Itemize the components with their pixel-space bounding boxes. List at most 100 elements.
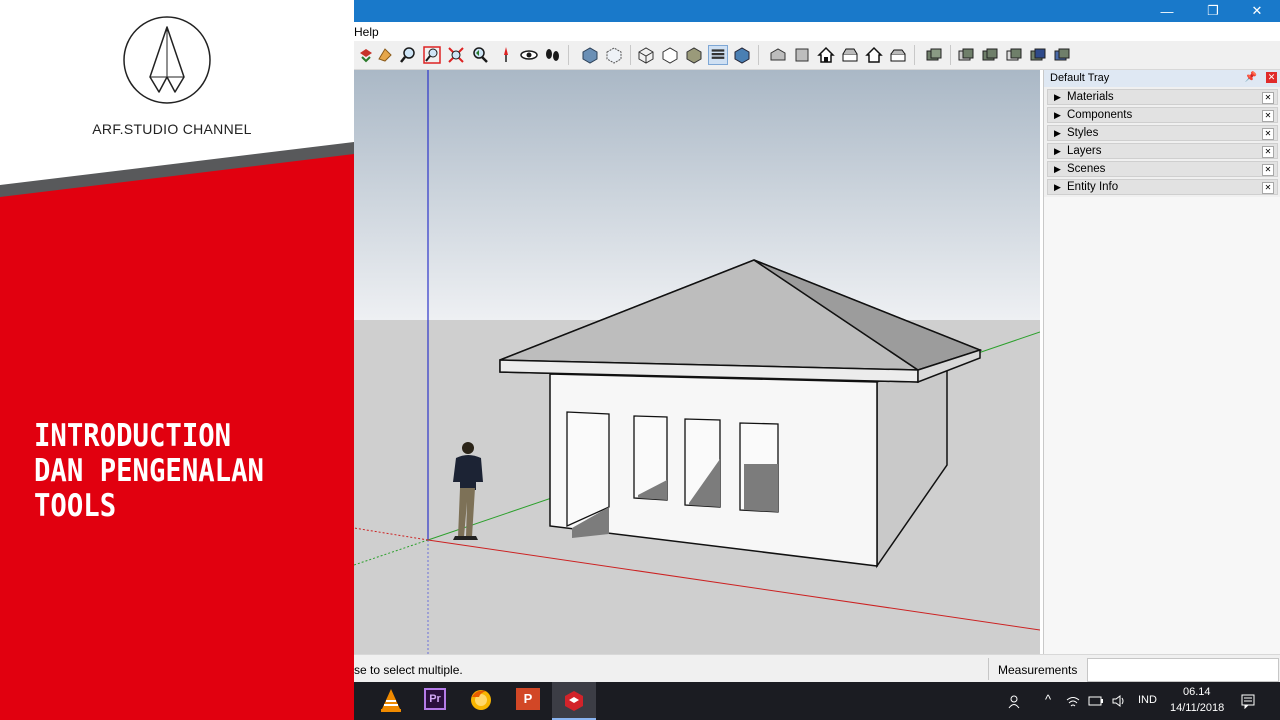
- panel-close-icon[interactable]: ✕: [1262, 110, 1274, 122]
- viewport-canvas: [354, 70, 1040, 654]
- tray-panel-entity-info[interactable]: ▶ Entity Info ✕: [1047, 179, 1278, 195]
- clock-date[interactable]: 14/11/2018: [1170, 702, 1224, 714]
- sketchup-task-active[interactable]: [552, 682, 596, 720]
- channel-name: ARF.STUDIO CHANNEL: [92, 121, 252, 137]
- left-view-icon[interactable]: [888, 45, 908, 65]
- powerpoint-icon[interactable]: P: [516, 688, 540, 710]
- split-icon[interactable]: [1052, 45, 1072, 65]
- headline-line-1: INTRODUCTION: [34, 418, 232, 454]
- firefox-icon[interactable]: [468, 687, 494, 713]
- panel-close-icon[interactable]: ✕: [1262, 164, 1274, 176]
- status-divider: [988, 658, 989, 680]
- headline-line-2: DAN PENGENALAN: [34, 453, 264, 489]
- headline-line-3: TOOLS: [34, 488, 117, 524]
- position-camera-icon[interactable]: [496, 45, 516, 65]
- menu-bar: Help: [354, 22, 1280, 42]
- tray-panel-label: Materials: [1067, 91, 1114, 103]
- sketchup-icon: [565, 691, 583, 711]
- expand-arrow-icon: ▶: [1054, 146, 1061, 156]
- panel-close-icon[interactable]: ✕: [1262, 128, 1274, 140]
- union-icon[interactable]: [980, 45, 1000, 65]
- panel-close-icon[interactable]: ✕: [1262, 182, 1274, 194]
- measurements-field[interactable]: [1087, 658, 1279, 682]
- panel-close-icon[interactable]: ✕: [1262, 146, 1274, 158]
- tray-header: Default Tray 📌 ✕: [1044, 70, 1280, 87]
- pin-icon[interactable]: 📌: [1245, 72, 1257, 83]
- tray-panel-layers[interactable]: ▶ Layers ✕: [1047, 143, 1278, 159]
- chevron-up-icon[interactable]: ^: [1045, 692, 1051, 707]
- channel-branding-panel: ARF.STUDIO CHANNEL INTRODUCTION DAN PENG…: [0, 0, 354, 720]
- expand-arrow-icon: ▶: [1054, 182, 1061, 192]
- footprint-icon[interactable]: [542, 45, 562, 65]
- tray-panel-label: Styles: [1067, 127, 1099, 139]
- channel-logo-icon: [123, 16, 211, 104]
- back-view-icon[interactable]: [864, 45, 884, 65]
- toolbar-separator: [950, 45, 951, 65]
- shaded-icon[interactable]: [684, 45, 704, 65]
- menu-help[interactable]: Help: [354, 25, 379, 39]
- hidden-line-icon[interactable]: [660, 45, 680, 65]
- toolbar-separator: [568, 45, 569, 65]
- clock-time[interactable]: 06.14: [1183, 686, 1211, 698]
- default-tray: Default Tray 📌 ✕ ▶ Materials ✕ ▶ Compone…: [1043, 70, 1280, 654]
- zoom-icon[interactable]: [398, 45, 418, 65]
- back-edges-icon[interactable]: [604, 45, 624, 65]
- vlc-icon[interactable]: [378, 687, 404, 713]
- look-around-icon[interactable]: [375, 45, 395, 65]
- walk-icon[interactable]: [356, 45, 376, 65]
- expand-arrow-icon: ▶: [1054, 110, 1061, 120]
- tray-panel-label: Entity Info: [1067, 181, 1119, 193]
- expand-arrow-icon: ▶: [1054, 128, 1061, 138]
- title-bar: — ❐ ✕: [354, 0, 1280, 22]
- tray-panel-label: Layers: [1067, 145, 1102, 157]
- toolbar-separator: [758, 45, 759, 65]
- wifi-icon[interactable]: [1065, 693, 1081, 709]
- trim-icon[interactable]: [1028, 45, 1048, 65]
- tray-panel-label: Scenes: [1067, 163, 1106, 175]
- volume-icon[interactable]: [1111, 693, 1127, 709]
- people-icon[interactable]: [1008, 693, 1024, 709]
- measurements-label: Measurements: [998, 663, 1078, 677]
- wireframe-icon[interactable]: [636, 45, 656, 65]
- model-viewport[interactable]: [354, 70, 1040, 654]
- branding-background: [0, 0, 354, 720]
- previous-view-icon[interactable]: [470, 45, 490, 65]
- status-bar: se to select multiple. Measurements: [354, 654, 1280, 683]
- tray-panel-components[interactable]: ▶ Components ✕: [1047, 107, 1278, 123]
- tray-close-icon[interactable]: ✕: [1266, 72, 1277, 83]
- iso-view-icon[interactable]: [768, 45, 788, 65]
- toolbar-separator: [630, 45, 631, 65]
- panel-close-icon[interactable]: ✕: [1262, 92, 1274, 104]
- zoom-window-icon[interactable]: [422, 45, 442, 65]
- outer-shell-icon[interactable]: [924, 45, 944, 65]
- toolbar-separator: [914, 45, 915, 65]
- tray-panel-materials[interactable]: ▶ Materials ✕: [1047, 89, 1278, 105]
- front-view-icon[interactable]: [816, 45, 836, 65]
- close-button[interactable]: ✕: [1234, 0, 1280, 22]
- tray-body: [1044, 197, 1280, 654]
- taskbar: Pr P ^ IND 06.14 14/11/2018: [354, 682, 1280, 720]
- toolbar: [354, 41, 1280, 70]
- status-hint: se to select multiple.: [354, 663, 463, 677]
- tray-panel-label: Components: [1067, 109, 1133, 121]
- shaded-textures-icon[interactable]: [708, 45, 728, 65]
- notifications-icon[interactable]: [1240, 693, 1256, 709]
- look-icon[interactable]: [519, 45, 539, 65]
- battery-icon[interactable]: [1087, 693, 1105, 709]
- minimize-button[interactable]: —: [1144, 0, 1190, 22]
- intersect-icon[interactable]: [956, 45, 976, 65]
- language-indicator[interactable]: IND: [1138, 694, 1157, 706]
- restore-button[interactable]: ❐: [1190, 0, 1236, 22]
- tray-title: Default Tray: [1050, 72, 1110, 84]
- monochrome-icon[interactable]: [732, 45, 752, 65]
- tray-panel-styles[interactable]: ▶ Styles ✕: [1047, 125, 1278, 141]
- right-view-icon[interactable]: [840, 45, 860, 65]
- premiere-icon[interactable]: Pr: [424, 688, 446, 710]
- tray-panel-scenes[interactable]: ▶ Scenes ✕: [1047, 161, 1278, 177]
- subtract-icon[interactable]: [1004, 45, 1024, 65]
- top-view-icon[interactable]: [792, 45, 812, 65]
- expand-arrow-icon: ▶: [1054, 92, 1061, 102]
- expand-arrow-icon: ▶: [1054, 164, 1061, 174]
- zoom-extents-icon[interactable]: [446, 45, 466, 65]
- xray-style-icon[interactable]: [580, 45, 600, 65]
